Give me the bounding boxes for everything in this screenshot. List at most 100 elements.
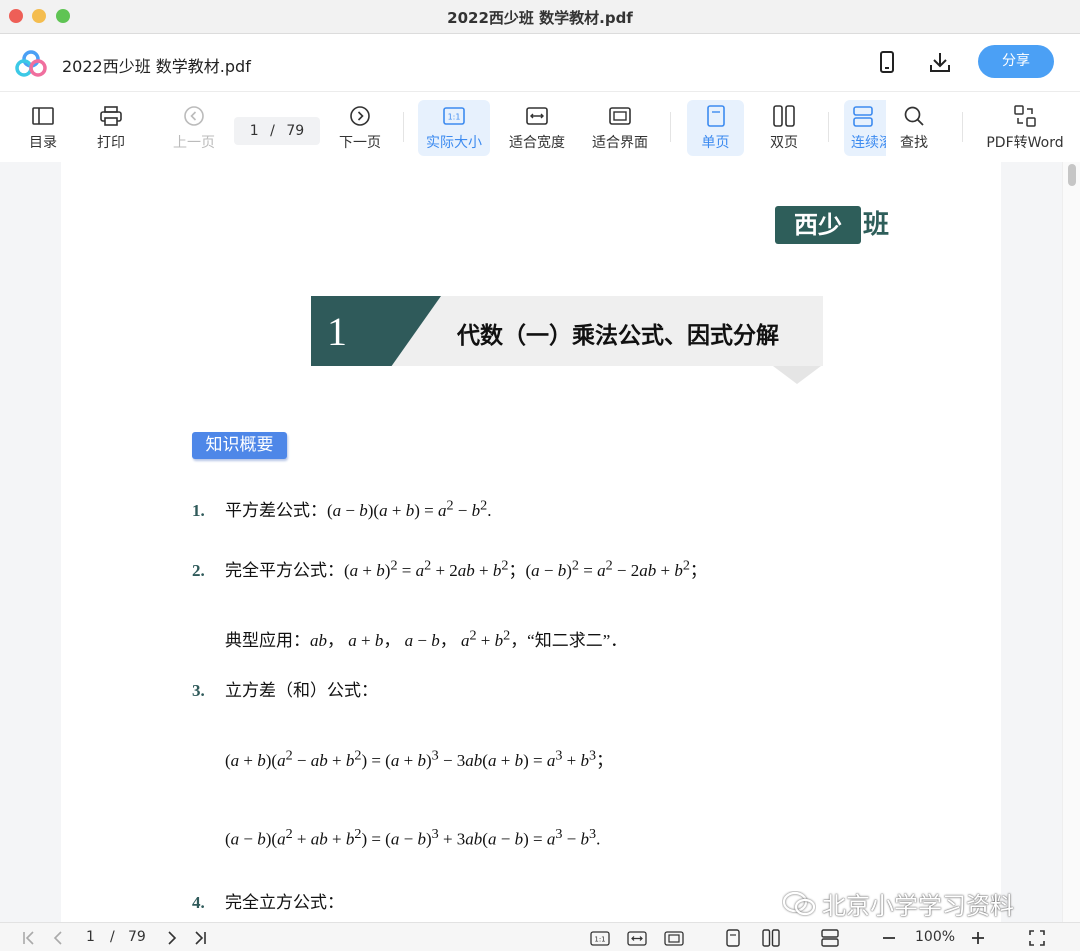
double-page-button[interactable]: 双页 — [758, 100, 810, 156]
item-label: 立方差（和）公式： — [225, 681, 378, 700]
fit-width-label: 适合宽度 — [509, 135, 565, 151]
zoom-level[interactable]: 100% — [915, 929, 955, 945]
fit-page-button[interactable]: 适合界面 — [588, 100, 652, 156]
watermark-text: 北京小学学习资料 — [822, 892, 1014, 920]
toolbar-divider — [670, 112, 671, 142]
phone-icon[interactable] — [874, 49, 900, 75]
item-quote: ，“知二求二”． — [510, 631, 628, 650]
page-number-input[interactable]: 1 / 79 — [234, 117, 320, 145]
pdf-to-word-label: PDF转Word — [986, 135, 1064, 151]
formula-line: 1. 平方差公式：(a − b)(a + b) = a2 − b2. — [192, 497, 492, 520]
next-page-button[interactable]: 下一页 — [334, 100, 386, 156]
sidebar-icon — [31, 104, 55, 128]
status-page-separator: / — [110, 929, 115, 945]
chapter-banner: 1 代数（一）乘法公式、因式分解 — [311, 296, 823, 384]
single-page-icon — [704, 104, 728, 128]
double-page-icon — [772, 104, 796, 128]
brand-logo: 西少 班 — [775, 206, 893, 244]
fit-width-icon[interactable] — [627, 928, 647, 948]
formula-line: 3. 立方差（和）公式： — [192, 676, 378, 701]
first-page-icon[interactable] — [20, 928, 38, 948]
item-label: 平方差公式： — [225, 501, 327, 520]
actual-size-icon: 1:1 — [442, 104, 466, 128]
printer-icon — [99, 104, 123, 128]
fit-page-icon — [608, 104, 632, 128]
next-page-label: 下一页 — [339, 135, 381, 151]
brand-box: 西少 — [775, 206, 861, 244]
continuous-scroll-icon — [851, 104, 875, 128]
share-button[interactable]: 分享 — [978, 45, 1054, 78]
formula-line: 2. 完全平方公式：(a + b)2 = a2 + 2ab + b2；(a − b… — [192, 557, 707, 580]
actual-size-icon[interactable]: 1:1 — [590, 928, 610, 948]
toolbar-divider — [828, 112, 829, 142]
fit-page-label: 适合界面 — [592, 135, 648, 151]
pdf-to-word-button[interactable]: PDF转Word — [984, 100, 1066, 156]
formula-line: (a − b)(a2 + ab + b2) = (a − b)3 + 3ab(a… — [225, 826, 601, 849]
item-number: 1. — [192, 501, 205, 520]
search-icon — [902, 104, 926, 128]
page-separator: / — [270, 123, 275, 139]
fit-page-icon[interactable] — [664, 928, 684, 948]
status-page-total: 79 — [128, 929, 146, 945]
prev-page-icon[interactable] — [50, 928, 66, 948]
download-icon[interactable] — [927, 49, 953, 75]
print-label: 打印 — [97, 135, 125, 151]
item-number: 3. — [192, 681, 205, 700]
status-bar: 1 / 79 1:1 100% — [0, 922, 1080, 951]
document-viewer[interactable]: 西少 班 1 代数（一）乘法公式、因式分解 知识概要 1. 平方差公式： (a − … — [0, 162, 1080, 922]
actual-size-button[interactable]: 1:1 实际大小 — [418, 100, 490, 156]
item-label: 完全立方公式： — [225, 893, 344, 912]
continuous-scroll-button[interactable]: 连续滚 — [844, 100, 886, 156]
next-page-icon[interactable] — [164, 928, 180, 948]
formula-line: 4. 完全立方公式： — [192, 888, 344, 913]
continuous-scroll-icon[interactable] — [820, 928, 840, 948]
chapter-title: 代数（一）乘法公式、因式分解 — [457, 323, 779, 349]
toolbar: 目录 打印 上一页 1 / 79 下一页 1:1 实际大小 适合宽度 适合界面 … — [0, 92, 1080, 162]
actual-size-label: 实际大小 — [426, 135, 482, 151]
double-page-label: 双页 — [770, 135, 798, 151]
single-page-icon[interactable] — [724, 928, 742, 948]
toc-button[interactable]: 目录 — [18, 100, 68, 156]
formula-line: 典型应用：ab， a + b， a − b， a2 + b2，“知二求二”． — [225, 627, 628, 650]
window-titlebar: 2022西少班 数学教材.pdf — [0, 0, 1080, 34]
scrollbar-thumb[interactable] — [1068, 164, 1076, 186]
svg-text:1:1: 1:1 — [594, 935, 605, 943]
logo-icon — [15, 49, 47, 77]
prev-page-label: 上一页 — [173, 135, 215, 151]
chapter-arrow — [773, 366, 821, 384]
svg-text:1:1: 1:1 — [448, 113, 461, 122]
prev-page-button[interactable]: 上一页 — [166, 100, 222, 156]
single-page-button[interactable]: 单页 — [687, 100, 744, 156]
section-tag: 知识概要 — [192, 432, 287, 459]
fit-width-button[interactable]: 适合宽度 — [505, 100, 569, 156]
find-label: 查找 — [900, 135, 928, 151]
vertical-scrollbar[interactable] — [1062, 162, 1080, 922]
toolbar-divider — [962, 112, 963, 142]
last-page-icon[interactable] — [191, 928, 209, 948]
item-number: 2. — [192, 561, 205, 580]
watermark: 北京小学学习资料 — [782, 886, 1014, 921]
fit-width-icon — [525, 104, 549, 128]
zoom-out-icon[interactable] — [880, 928, 898, 948]
double-page-icon[interactable] — [761, 928, 781, 948]
chevron-right-circle-icon — [348, 104, 372, 128]
page-total: 79 — [286, 123, 305, 139]
fullscreen-icon[interactable] — [1028, 928, 1046, 948]
page-current: 1 — [249, 123, 259, 139]
print-button[interactable]: 打印 — [86, 100, 136, 156]
single-page-label: 单页 — [701, 135, 730, 151]
convert-icon — [1013, 104, 1037, 128]
document-title: 2022西少班 数学教材.pdf — [62, 57, 251, 76]
item-label: 完全平方公式： — [225, 561, 344, 580]
status-page-current[interactable]: 1 — [86, 929, 95, 945]
chapter-number: 1 — [327, 309, 347, 354]
window-title: 2022西少班 数学教材.pdf — [447, 9, 633, 27]
toc-label: 目录 — [29, 135, 57, 151]
app-header: 2022西少班 数学教材.pdf 分享 — [0, 34, 1080, 92]
brand-tail: 班 — [863, 210, 890, 240]
formula-line: (a + b)(a2 − ab + b2) = (a + b)3 − 3ab(a… — [225, 747, 614, 770]
wechat-icon — [782, 891, 816, 915]
find-button[interactable]: 查找 — [892, 100, 936, 156]
pdf-page: 西少 班 1 代数（一）乘法公式、因式分解 知识概要 1. 平方差公式： (a − … — [61, 162, 1001, 922]
zoom-in-icon[interactable] — [969, 928, 987, 948]
